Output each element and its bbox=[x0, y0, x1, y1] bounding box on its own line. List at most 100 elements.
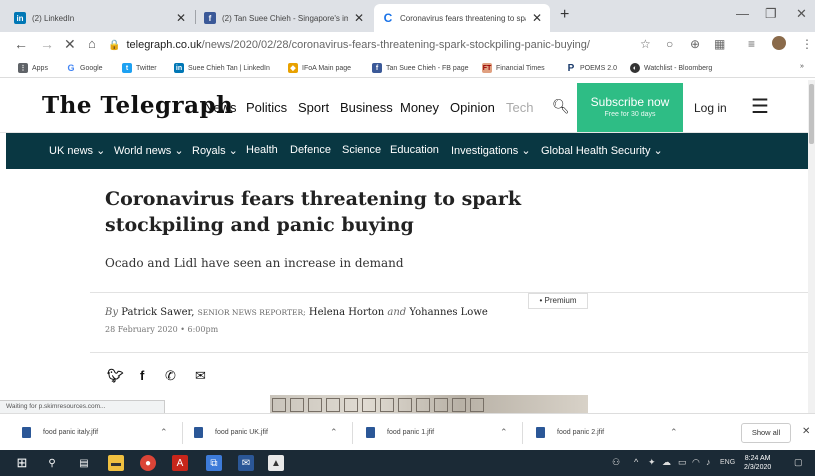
nav-news[interactable]: News bbox=[204, 100, 237, 115]
taskbar-search-icon[interactable]: ⚲ bbox=[44, 455, 60, 471]
wifi-icon[interactable]: ◠ bbox=[692, 457, 700, 468]
twitter-share-icon[interactable]: 🐦︎ bbox=[107, 368, 124, 384]
download-filename: food panic 1.jfif bbox=[387, 429, 435, 436]
tab-linkedin[interactable]: in (2) LinkedIn ✕ bbox=[6, 4, 194, 32]
nav-business[interactable]: Business bbox=[340, 100, 393, 115]
chevron-up-icon[interactable]: ⌃ bbox=[500, 427, 508, 438]
home-icon[interactable]: ⌂ bbox=[88, 36, 96, 51]
download-item[interactable]: food panic UK.jfif ⌃ bbox=[194, 414, 354, 451]
section-investigations[interactable]: Investigations ⌄ bbox=[451, 144, 531, 157]
chrome-icon[interactable]: ● bbox=[140, 455, 156, 471]
download-item[interactable]: food panic 1.jfif ⌃ bbox=[366, 414, 526, 451]
acrobat-icon[interactable]: A bbox=[172, 455, 188, 471]
author-link[interactable]: Helena Horton bbox=[309, 307, 384, 318]
back-icon[interactable]: ← bbox=[14, 36, 28, 52]
chevron-up-icon[interactable]: ⌃ bbox=[670, 427, 678, 438]
forward-icon[interactable]: → bbox=[40, 36, 54, 52]
section-science[interactable]: Science bbox=[342, 144, 381, 156]
bloomberg-icon: ◐ bbox=[630, 63, 640, 73]
subscribe-subtitle: Free for 30 days bbox=[604, 111, 656, 118]
section-defence[interactable]: Defence bbox=[290, 144, 331, 156]
nav-politics[interactable]: Politics bbox=[246, 100, 287, 115]
extension-circle-icon[interactable]: ○ bbox=[666, 37, 673, 51]
minimize-icon[interactable]: — bbox=[736, 6, 749, 21]
close-window-icon[interactable]: ✕ bbox=[796, 6, 807, 22]
task-view-icon[interactable]: ▤ bbox=[76, 455, 92, 471]
windows-start-icon[interactable]: ⊞ bbox=[14, 455, 30, 471]
nav-tech[interactable]: Tech bbox=[506, 100, 533, 115]
download-filename: food panic UK.jfif bbox=[215, 429, 268, 436]
tab-telegraph-active[interactable]: C Coronavirus fears threatening to spark… bbox=[374, 4, 550, 32]
language-indicator[interactable]: ENG bbox=[720, 459, 735, 466]
tray-apps-icon[interactable]: ✦ bbox=[648, 457, 656, 468]
download-item[interactable]: food panic italy.jfif ⌃ bbox=[22, 414, 182, 451]
extension-image-icon[interactable]: ▦ bbox=[714, 37, 725, 51]
show-all-downloads-button[interactable]: Show all bbox=[741, 423, 791, 443]
system-clock[interactable]: 8:24 AM 2/3/2020 bbox=[744, 454, 771, 472]
extension-puzzle-icon[interactable]: ⊕ bbox=[690, 37, 700, 51]
author-link[interactable]: Yohannes Lowe bbox=[409, 307, 487, 318]
bookmark-apps[interactable]: ⋮ Apps bbox=[18, 63, 48, 73]
section-royals[interactable]: Royals ⌄ bbox=[192, 144, 238, 157]
nav-money[interactable]: Money bbox=[400, 100, 439, 115]
facebook-share-icon[interactable]: f bbox=[140, 368, 144, 383]
file-explorer-icon[interactable]: ▬ bbox=[108, 455, 124, 471]
volume-icon[interactable]: ♪ bbox=[706, 457, 711, 467]
whatsapp-share-icon[interactable]: ✆ bbox=[165, 368, 176, 384]
linkedin-icon: in bbox=[14, 12, 26, 24]
section-health[interactable]: Health bbox=[246, 144, 278, 156]
apps-grid-icon: ⋮ bbox=[18, 63, 28, 73]
bookmark-linkedin[interactable]: in Suee Chieh Tan | LinkedIn bbox=[174, 63, 270, 73]
url-bar[interactable]: 🔒 telegraph.co.uk/news/2020/02/28/corona… bbox=[108, 35, 628, 55]
more-bookmarks-icon[interactable]: » bbox=[800, 63, 804, 70]
nav-sport[interactable]: Sport bbox=[298, 100, 329, 115]
outlook-icon[interactable]: ✉ bbox=[238, 455, 254, 471]
close-download-bar-icon[interactable]: ✕ bbox=[802, 426, 810, 437]
bookmark-twitter[interactable]: t Twitter bbox=[122, 63, 157, 73]
photos-icon[interactable]: ▲ bbox=[268, 455, 284, 471]
bookmark-star-icon[interactable]: ☆ bbox=[640, 37, 651, 51]
maximize-icon[interactable]: ❐ bbox=[765, 6, 777, 22]
chevron-up-icon[interactable]: ⌃ bbox=[160, 427, 168, 438]
bookmark-bloomberg[interactable]: ◐ Watchlist - Bloomberg bbox=[630, 63, 712, 73]
subscribe-button[interactable]: Subscribe now Free for 30 days bbox=[577, 83, 683, 132]
reading-list-icon[interactable]: ≡ bbox=[748, 37, 755, 51]
chevron-up-icon[interactable]: ⌃ bbox=[330, 427, 338, 438]
stop-loading-icon[interactable]: ✕ bbox=[64, 36, 76, 53]
download-item[interactable]: food panic 2.jfif ⌃ bbox=[536, 414, 696, 451]
close-tab-icon[interactable]: ✕ bbox=[354, 11, 364, 25]
page-scrollbar[interactable] bbox=[808, 80, 815, 413]
section-uk-news[interactable]: UK news ⌄ bbox=[49, 144, 105, 157]
close-tab-icon[interactable]: ✕ bbox=[532, 11, 542, 25]
new-tab-button[interactable]: + bbox=[560, 6, 569, 24]
section-world-news[interactable]: World news ⌄ bbox=[114, 144, 184, 157]
bookmark-poems[interactable]: P POEMS 2.0 bbox=[566, 63, 617, 74]
nav-opinion[interactable]: Opinion bbox=[450, 100, 495, 115]
battery-icon[interactable]: ▭ bbox=[678, 457, 687, 468]
app-network-icon[interactable]: ⧉ bbox=[206, 455, 222, 471]
onedrive-icon[interactable]: ☁ bbox=[662, 457, 671, 468]
email-share-icon[interactable]: ✉ bbox=[195, 368, 206, 384]
browser-tab-strip: in (2) LinkedIn ✕ f (2) Tan Suee Chieh -… bbox=[0, 0, 815, 32]
notifications-icon[interactable]: ▢ bbox=[794, 457, 803, 468]
bookmark-ifoa[interactable]: ◆ IFoA Main page bbox=[288, 63, 351, 73]
close-tab-icon[interactable]: ✕ bbox=[176, 11, 186, 25]
section-education[interactable]: Education bbox=[390, 144, 439, 156]
divider bbox=[90, 352, 808, 353]
tray-chevron-icon[interactable]: ^ bbox=[634, 457, 638, 467]
tab-facebook[interactable]: f (2) Tan Suee Chieh - Singapore's impre… bbox=[196, 4, 372, 32]
bookmark-financial-times[interactable]: FT Financial Times bbox=[482, 63, 545, 73]
login-link[interactable]: Log in bbox=[694, 101, 727, 115]
address-toolbar: ← → ✕ ⌂ 🔒 telegraph.co.uk/news/2020/02/2… bbox=[0, 32, 815, 58]
hamburger-menu-icon[interactable]: ☰ bbox=[751, 94, 769, 119]
section-global-health-security[interactable]: Global Health Security ⌄ bbox=[541, 144, 663, 157]
people-icon[interactable]: ⚇ bbox=[612, 457, 620, 468]
profile-avatar[interactable] bbox=[772, 36, 786, 50]
bookmark-google[interactable]: G Google bbox=[66, 63, 103, 73]
search-icon[interactable]: 🔍︎ bbox=[552, 98, 570, 115]
more-menu-icon[interactable]: ⋮ bbox=[801, 37, 813, 51]
article-image bbox=[270, 395, 588, 413]
bookmark-facebook-page[interactable]: f Tan Suee Chieh - FB page bbox=[372, 63, 469, 73]
author-link[interactable]: Patrick Sawer, bbox=[121, 307, 194, 318]
download-filename: food panic 2.jfif bbox=[557, 429, 605, 436]
